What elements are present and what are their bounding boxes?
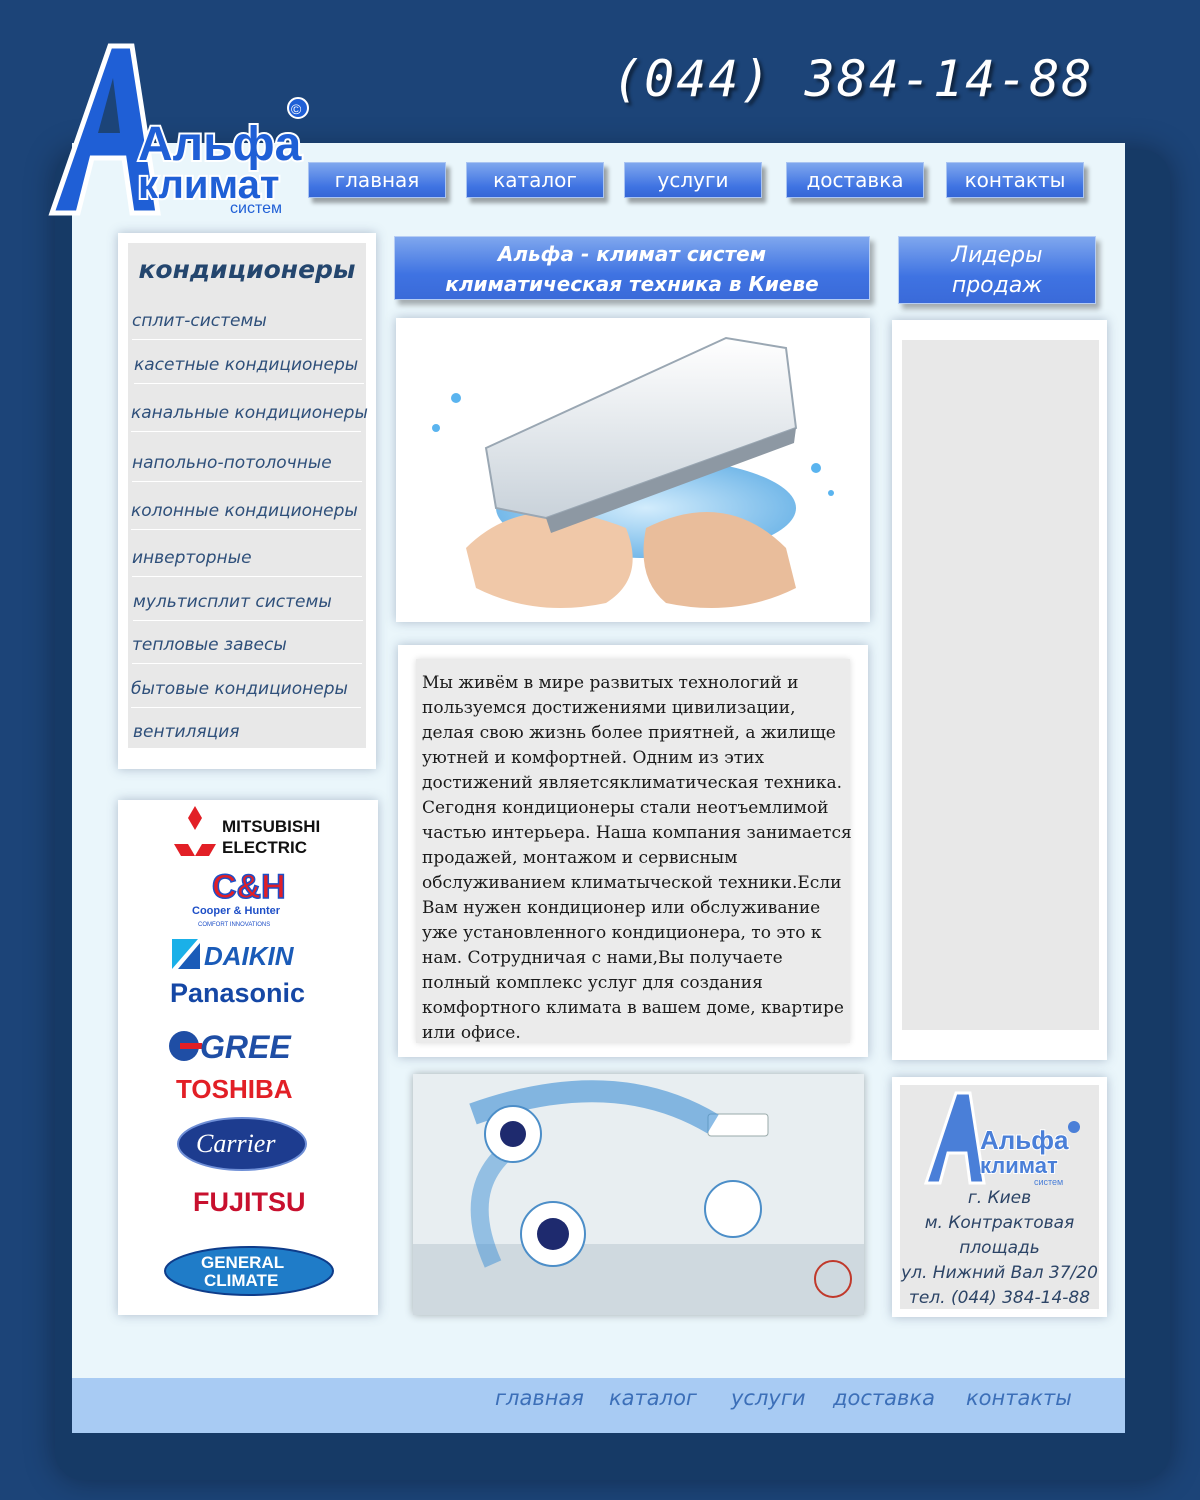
top-navigation: главная каталог услуги доставка контакты (308, 162, 1098, 202)
footer-nav-contacts[interactable]: контакты (966, 1386, 1072, 1410)
category-item-cassette[interactable]: касетные кондиционеры (134, 355, 364, 384)
nav-home-button[interactable]: главная (308, 162, 446, 198)
hero-air-conditioner-image (396, 318, 870, 622)
contact-address: ул. Нижний Вал 37/20 (901, 1263, 1098, 1283)
air-purification-illustration (413, 1074, 864, 1315)
category-item-split[interactable]: сплит-системы (132, 311, 362, 340)
site-logo[interactable]: Альфа климат систем © (40, 38, 320, 223)
footer-nav-catalog[interactable]: каталог (609, 1386, 697, 1410)
contact-panel: Альфа климат систем г. Киев м. Контракто… (892, 1077, 1107, 1317)
category-item-column[interactable]: колонные кондиционеры (131, 501, 361, 530)
contact-phone: тел. (044) 384-14-88 (908, 1288, 1091, 1308)
leaders-heading-banner: Лидеры продаж (898, 236, 1096, 304)
svg-text:Cooper & Hunter: Cooper & Hunter (192, 905, 281, 917)
about-text-panel: Мы живём в мире развитых технологий и по… (398, 645, 868, 1057)
footer-nav-delivery[interactable]: доставка (833, 1386, 935, 1410)
contact-city: г. Киев (967, 1188, 1032, 1208)
category-item-floor-ceiling[interactable]: напольно-потолочные (132, 453, 362, 482)
category-item-inverter[interactable]: инверторные (132, 548, 362, 577)
brand-panasonic-logo[interactable]: Panasonic (170, 978, 330, 1012)
nav-contacts-button[interactable]: контакты (946, 162, 1084, 198)
svg-text:COMFORT INNOVATIONS: COMFORT INNOVATIONS (198, 922, 270, 928)
svg-text:MITSUBISHI: MITSUBISHI (222, 817, 320, 836)
center-heading-banner: Альфа - климат систем климатическая техн… (394, 236, 870, 300)
brand-cooper-hunter-logo[interactable]: C&H Cooper & Hunter COMFORT INNOVATIONS (190, 864, 302, 930)
leaders-heading-line2: продаж (951, 273, 1043, 298)
svg-text:GREE: GREE (200, 1029, 292, 1065)
brand-gree-logo[interactable]: GREE (168, 1026, 313, 1066)
svg-text:Carrier: Carrier (196, 1129, 276, 1158)
category-item-heat-curtains[interactable]: тепловые завесы (132, 635, 362, 664)
about-text: Мы живём в мире развитых технологий и по… (422, 673, 852, 1043)
brand-carrier-logo[interactable]: Carrier (176, 1116, 308, 1172)
category-item-duct[interactable]: канальные кондиционеры (131, 403, 368, 432)
nav-catalog-button[interactable]: каталог (466, 162, 604, 198)
center-heading-line1: Альфа - климат систем (497, 242, 767, 266)
center-heading-line2: климатическая техника в Киеве (445, 272, 819, 296)
svg-text:DAIKIN: DAIKIN (204, 941, 295, 971)
brand-mitsubishi-logo[interactable]: MITSUBISHI ELECTRIC (170, 804, 320, 860)
category-title: кондиционеры (138, 255, 356, 284)
nav-delivery-button[interactable]: доставка (786, 162, 924, 198)
svg-text:C&H: C&H (212, 868, 286, 906)
svg-text:Альфа: Альфа (980, 1125, 1069, 1155)
sales-leaders-panel (892, 320, 1107, 1060)
category-item-household[interactable]: бытовые кондиционеры (131, 679, 361, 708)
footer-nav-services[interactable]: услуги (731, 1386, 806, 1410)
logo-copyright-mark: © (291, 101, 302, 117)
brand-general-climate-logo[interactable]: GENERAL CLIMATE (164, 1246, 334, 1296)
svg-text:ELECTRIC: ELECTRIC (222, 838, 307, 857)
category-item-multisplit[interactable]: мультисплит системы (133, 592, 363, 621)
contact-metro-square: площадь (959, 1238, 1040, 1258)
nav-services-button[interactable]: услуги (624, 162, 762, 198)
brand-toshiba-logo[interactable]: TOSHIBA (176, 1074, 326, 1106)
sales-leaders-inner (902, 340, 1099, 1030)
svg-text:CLIMATE: CLIMATE (204, 1271, 278, 1290)
footer-nav-home[interactable]: главная (495, 1386, 584, 1410)
svg-text:GENERAL: GENERAL (201, 1253, 284, 1272)
svg-text:климат: климат (980, 1153, 1058, 1178)
brands-panel: MITSUBISHI ELECTRIC C&H Cooper & Hunter … (118, 800, 378, 1315)
category-item-ventilation[interactable]: вентиляция (133, 722, 363, 750)
brand-fujitsu-logo[interactable]: FUJITSU (193, 1187, 306, 1223)
header-phone: (044) 384-14-88 (612, 50, 1094, 108)
contact-metro: м. Контрактовая (924, 1213, 1075, 1233)
logo-word-sistem: систем (230, 200, 282, 217)
brand-daikin-logo[interactable]: DAIKIN (170, 937, 326, 973)
leaders-heading-line1: Лидеры (951, 243, 1043, 268)
svg-text:систем: систем (1034, 1177, 1063, 1187)
category-sidebar: кондиционеры сплит-системы касетные конд… (118, 233, 376, 769)
contact-logo: Альфа климат систем (922, 1087, 1092, 1187)
